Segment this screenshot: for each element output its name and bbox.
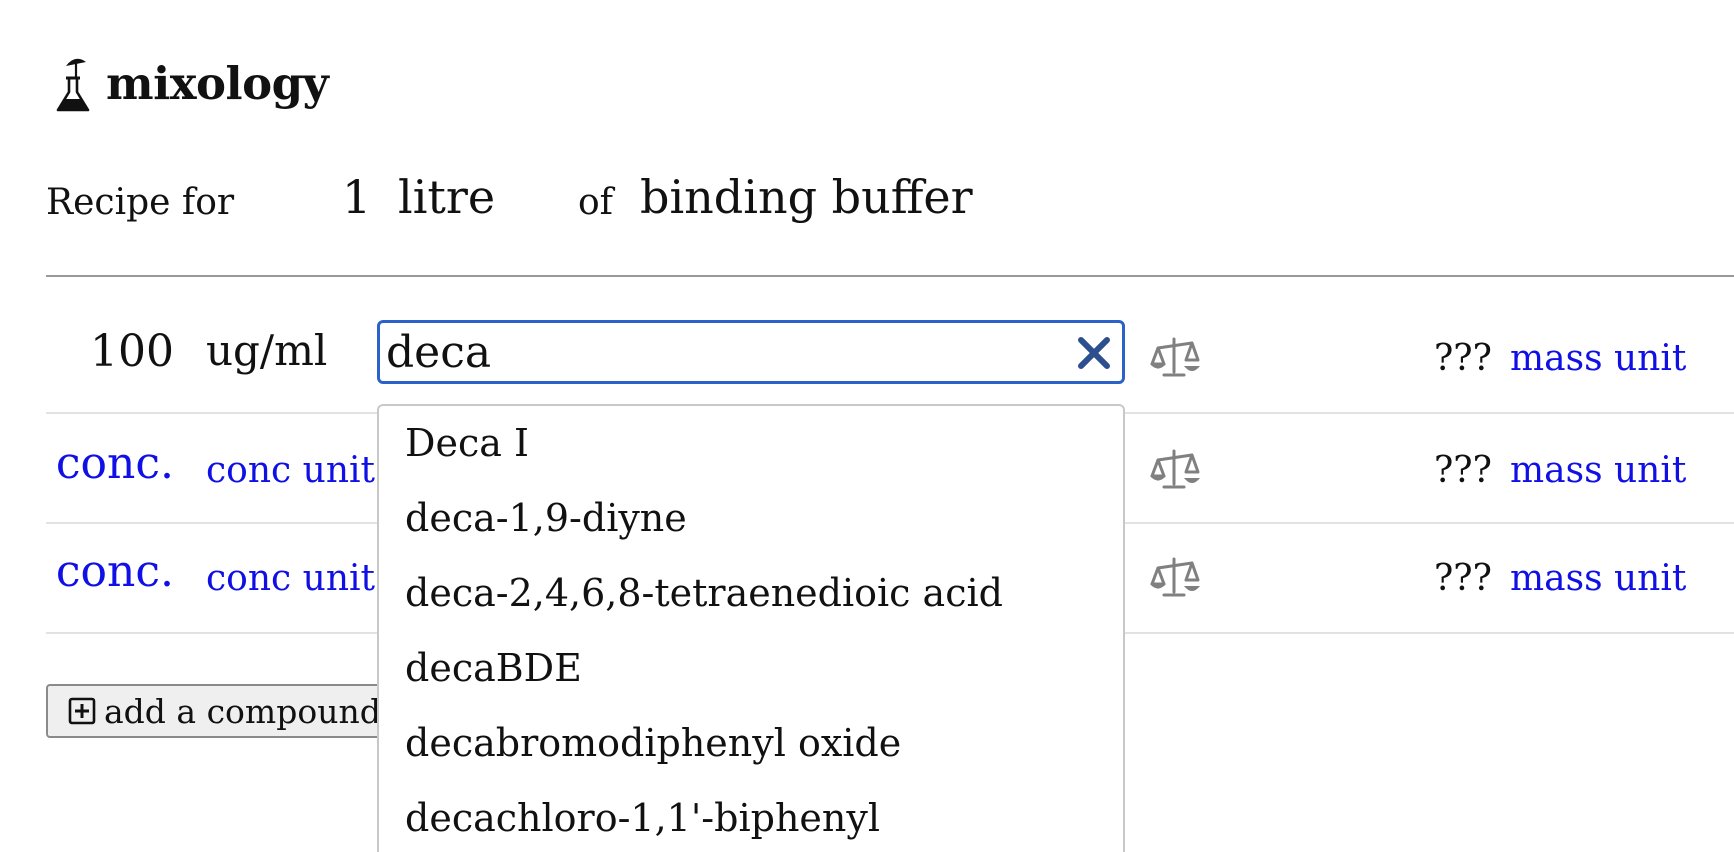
recipe-header: Recipe for 1 litre of binding buffer (46, 170, 1046, 230)
mass-value: ??? (1434, 338, 1492, 379)
clear-icon[interactable] (1076, 335, 1112, 371)
header-divider (46, 275, 1734, 277)
mass-value: ??? (1434, 450, 1492, 491)
dropdown-option[interactable]: deca-1,9-diyne (379, 481, 1123, 556)
plus-square-icon (68, 697, 96, 725)
recipe-name[interactable]: binding buffer (640, 170, 973, 224)
mass-unit-link[interactable]: mass unit (1510, 450, 1686, 491)
conc-value[interactable]: 100 (90, 326, 174, 377)
balance-scale-icon[interactable] (1150, 448, 1202, 490)
mass-value: ??? (1434, 558, 1492, 599)
add-compound-button[interactable]: add a compound (46, 684, 401, 738)
conc-unit-link[interactable]: conc unit (206, 558, 375, 599)
add-compound-label: add a compound (104, 691, 381, 731)
app-name: mixology (106, 56, 329, 110)
balance-scale-icon[interactable] (1150, 336, 1202, 378)
recipe-of-label: of (578, 182, 613, 223)
conc-value-link[interactable]: conc. (56, 546, 174, 597)
dropdown-option[interactable]: decachloro-1,1'-biphenyl (379, 781, 1123, 852)
conc-unit-link[interactable]: conc unit (206, 450, 375, 491)
conc-unit[interactable]: ug/ml (206, 326, 327, 375)
brand[interactable]: mixology (54, 48, 329, 118)
dropdown-option[interactable]: decabromodiphenyl oxide (379, 706, 1123, 781)
conc-value-link[interactable]: conc. (56, 438, 174, 489)
autocomplete-dropdown: Deca I deca-1,9-diyne deca-2,4,6,8-tetra… (377, 404, 1125, 852)
mass-unit-link[interactable]: mass unit (1510, 338, 1686, 379)
dropdown-option[interactable]: deca-2,4,6,8-tetraenedioic acid (379, 556, 1123, 631)
dropdown-option[interactable]: Deca I (379, 406, 1123, 481)
flask-umbrella-icon (56, 58, 90, 112)
recipe-unit[interactable]: litre (398, 170, 495, 224)
recipe-prefix: Recipe for (46, 182, 235, 223)
compound-search-input[interactable] (386, 323, 1046, 381)
balance-scale-icon[interactable] (1150, 556, 1202, 598)
recipe-quantity[interactable]: 1 (342, 170, 371, 224)
compound-search-box[interactable] (377, 320, 1125, 384)
dropdown-option[interactable]: decaBDE (379, 631, 1123, 706)
mass-unit-link[interactable]: mass unit (1510, 558, 1686, 599)
app-root: mixology Recipe for 1 litre of binding b… (0, 0, 1734, 852)
